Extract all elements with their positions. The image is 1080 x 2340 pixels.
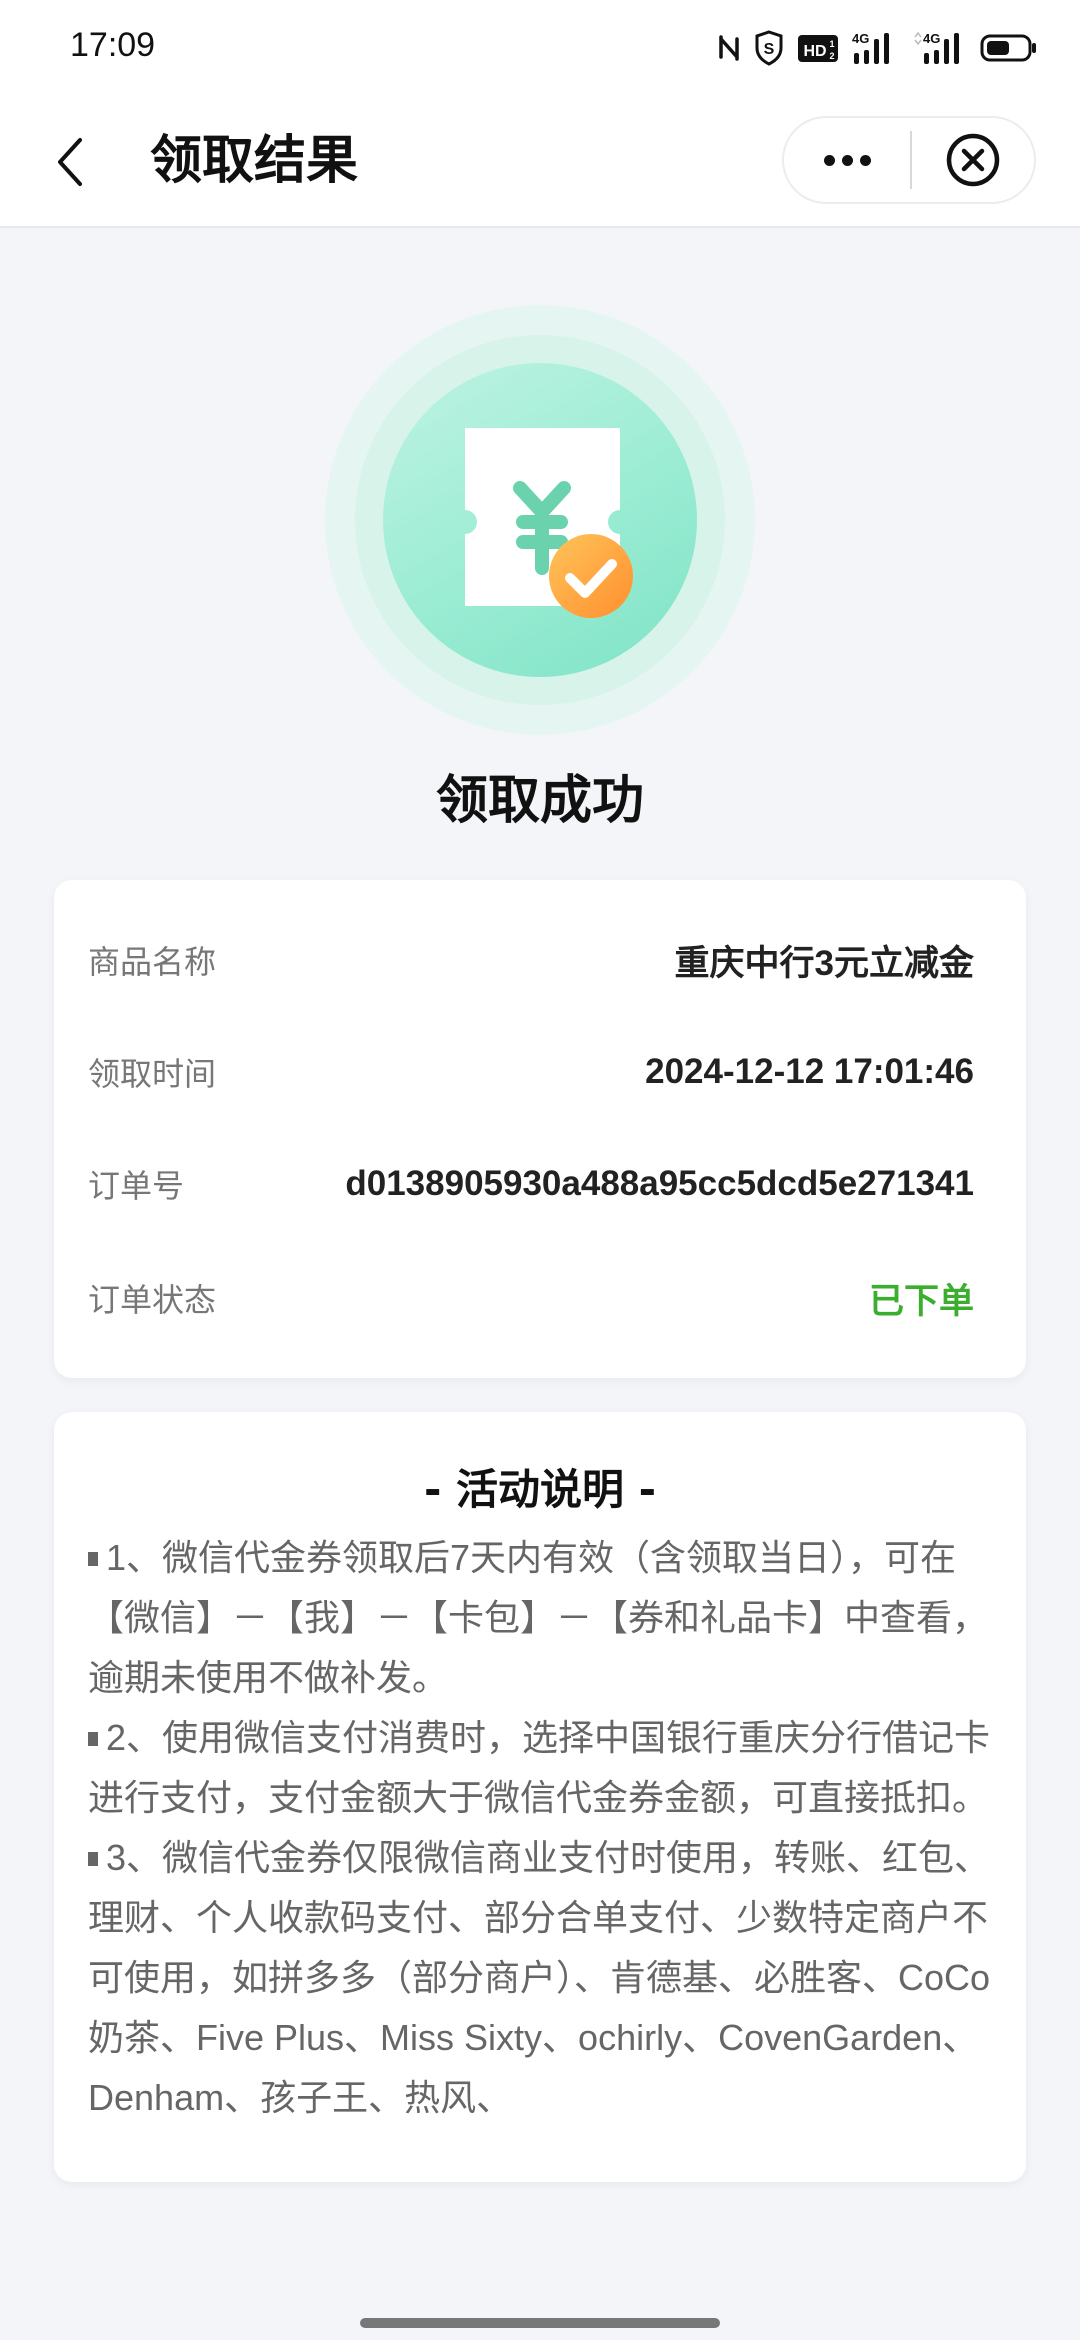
coupon-yen-check-icon [465,428,633,618]
miniprogram-capsule [782,116,1036,204]
rule-item: 3、微信代金券仅限微信商业支付时使用，转账、红包、理财、个人收款码支付、部分合单… [88,1837,991,2118]
svg-text:4G: 4G [923,31,940,46]
svg-text:HD: HD [803,43,826,60]
signal-4g-icon: 4G [852,31,889,64]
success-illustration [320,300,760,740]
status-icons: S HD 1 2 4G 4G [718,28,1038,68]
hd-icon: HD 1 2 [798,35,838,62]
rules-title: - 活动说明 - [423,1465,657,1514]
more-dots-icon [823,154,835,166]
rules-body: 1、微信代金券领取后7天内有效（含领取当日），可在【微信】－【我】－【卡包】－【… [88,1528,996,2128]
info-row-order-number: 订单号 d0138905930a488a95cc5dcd5e271341 [88,1154,974,1214]
page-title: 领取结果 [150,131,359,191]
order-number: d0138905930a488a95cc5dcd5e271341 [345,1164,974,1203]
success-title: 领取成功 [435,771,644,831]
bullet-icon [88,1552,98,1566]
status-bar: 17:09 S HD 1 2 4G 4G [0,0,1080,96]
svg-text:1: 1 [829,39,834,49]
info-value: 2024-12-12 17:01:46 [645,1052,974,1091]
more-dots-icon [841,154,853,166]
info-row-time: 领取时间 2024-12-12 17:01:46 [88,1042,974,1102]
info-label: 订单状态 [88,1281,217,1319]
navigation-bar: 领取结果 [0,96,1080,228]
more-button[interactable] [784,118,910,202]
info-label: 领取时间 [88,1055,217,1093]
home-indicator[interactable] [360,2318,720,2328]
signal-4g-icon: 4G [914,31,959,64]
info-row-status: 订单状态 已下单 [88,1268,974,1328]
nfc-icon [719,35,739,61]
order-info-card: 商品名称 重庆中行3元立减金 领取时间 2024-12-12 17:01:46 … [54,880,1026,1378]
status-time: 17:09 [70,26,156,64]
back-button[interactable] [42,132,98,192]
rule-item: 2、使用微信支付消费时，选择中国银行重庆分行借记卡进行支付，支付金额大于微信代金… [88,1717,991,1818]
close-button[interactable] [912,118,1034,202]
chevron-left-icon [58,138,82,186]
info-value: 重庆中行3元立减金 [674,943,974,983]
bullet-icon [88,1732,98,1746]
battery-icon [980,34,1036,62]
info-label: 商品名称 [88,943,217,981]
close-circle-icon [946,133,1000,187]
info-row-product: 商品名称 重庆中行3元立减金 [88,930,974,990]
activity-rules-card: - 活动说明 - 1、微信代金券领取后7天内有效（含领取当日），可在【微信】－【… [54,1412,1026,2182]
bullet-icon [88,1852,98,1866]
rule-item: 1、微信代金券领取后7天内有效（含领取当日），可在【微信】－【我】－【卡包】－【… [88,1537,989,1698]
more-dots-icon [859,154,871,166]
info-label: 订单号 [88,1167,185,1205]
shield-s-icon: S [755,30,783,66]
svg-text:S: S [764,41,775,58]
svg-text:4G: 4G [852,31,869,46]
svg-text:2: 2 [829,51,834,61]
status-badge: 已下单 [868,1281,974,1321]
